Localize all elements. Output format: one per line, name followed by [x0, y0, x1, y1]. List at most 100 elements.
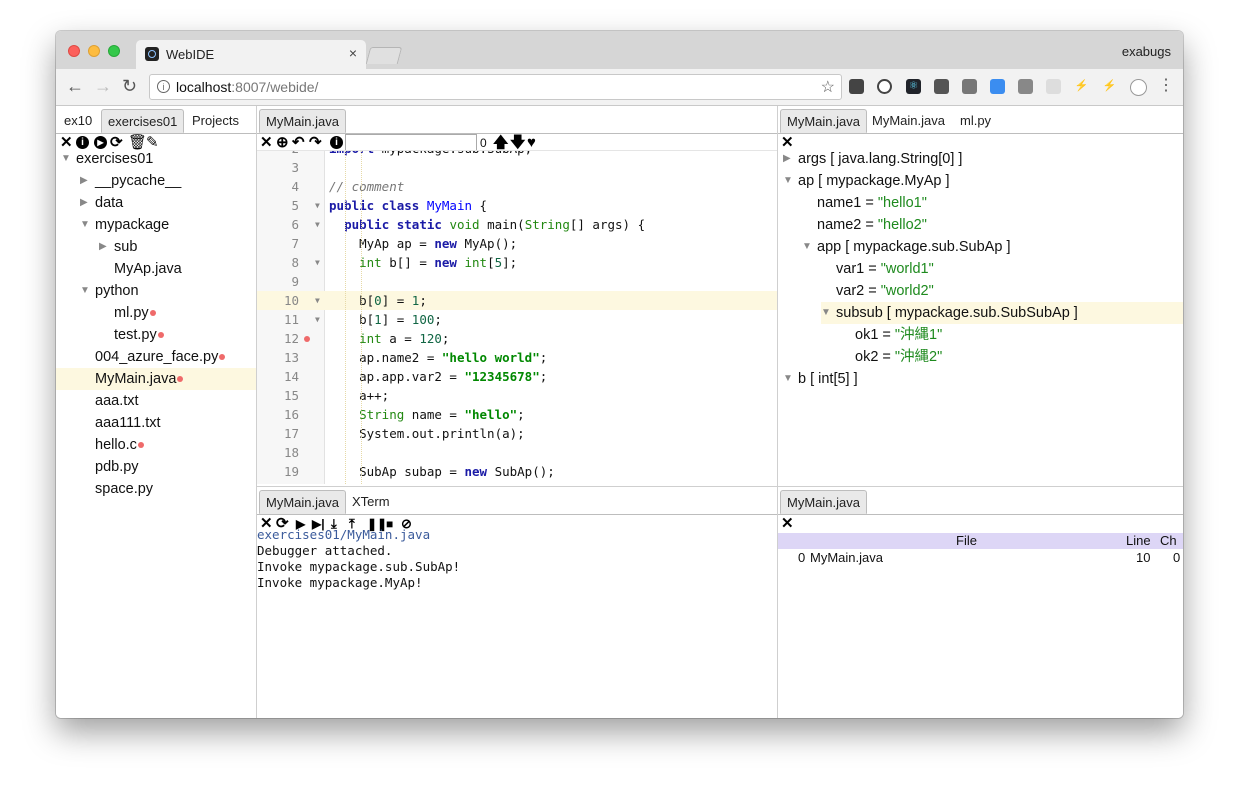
extension-resize-icon[interactable]: [990, 79, 1005, 94]
lightning-active-icon[interactable]: ⚡: [1102, 79, 1117, 94]
line-number[interactable]: 11: [257, 310, 299, 329]
caret-down-icon[interactable]: ▼: [783, 368, 793, 390]
caret-down-icon[interactable]: ▼: [80, 214, 90, 236]
react-devtools-icon[interactable]: ⚛: [906, 79, 921, 94]
caret-down-icon[interactable]: ▼: [783, 170, 793, 192]
code-line[interactable]: 19 SubAp subap = new SubAp();: [257, 462, 777, 481]
tree-item[interactable]: ▶ __pycache__: [56, 170, 256, 192]
browser-tab-close-icon[interactable]: ×: [349, 45, 357, 61]
line-number[interactable]: 3: [257, 158, 299, 177]
code-line[interactable]: 11 ▼ b[1] = 100;: [257, 310, 777, 329]
caret-right-icon[interactable]: ▶: [80, 192, 88, 214]
caret-right-icon[interactable]: ▶: [783, 148, 791, 170]
variable-row[interactable]: name1 = "hello1": [778, 192, 1183, 214]
tab-exercises01[interactable]: exercises01: [101, 109, 185, 133]
tree-item[interactable]: MyAp.java: [56, 258, 256, 280]
tab-vars-mymain-2[interactable]: MyMain.java: [866, 109, 951, 133]
variable-row[interactable]: var1 = "world1": [778, 258, 1183, 280]
tab-ex10[interactable]: ex10: [58, 109, 98, 133]
close-icon[interactable]: ✕: [781, 515, 794, 533]
tab-mymain-java[interactable]: MyMain.java: [259, 109, 346, 133]
extension-puzzle-icon[interactable]: [849, 79, 864, 94]
code-line[interactable]: 4 // comment: [257, 177, 777, 196]
tab-projects[interactable]: Projects: [186, 109, 245, 133]
tree-item[interactable]: aaa.txt: [56, 390, 256, 412]
lightning-icon[interactable]: ⚡: [1074, 79, 1089, 94]
variable-row[interactable]: var2 = "world2": [778, 280, 1183, 302]
extension-box-icon[interactable]: [934, 79, 949, 94]
close-window-button[interactable]: [68, 45, 80, 57]
variable-row[interactable]: ok1 = "沖縄1": [778, 324, 1183, 346]
camera-icon[interactable]: [1018, 79, 1033, 94]
line-number[interactable]: 5: [257, 196, 299, 215]
tree-item[interactable]: ▶ data: [56, 192, 256, 214]
code-line[interactable]: 5 ▼ public class MyMain {: [257, 196, 777, 215]
variable-row[interactable]: ▼ b [ int[5] ]: [778, 368, 1183, 390]
variable-row[interactable]: ▼ app [ mypackage.sub.SubAp ]: [778, 236, 1183, 258]
code-line[interactable]: 14 ap.app.var2 = "12345678";: [257, 367, 777, 386]
address-bar[interactable]: i localhost:8007/webide/ ☆: [149, 74, 842, 100]
tab-vars-ml-py[interactable]: ml.py: [954, 109, 997, 133]
variable-row[interactable]: ▶ args [ java.lang.String[0] ]: [778, 148, 1183, 170]
tab-breakpoints-mymain[interactable]: MyMain.java: [780, 490, 867, 514]
code-line[interactable]: 13 ap.name2 = "hello world";: [257, 348, 777, 367]
fold-toggle-icon[interactable]: ▼: [315, 291, 320, 310]
code-line[interactable]: 18: [257, 443, 777, 462]
tree-item[interactable]: ▼ python: [56, 280, 256, 302]
extension-chat-icon[interactable]: [1046, 79, 1061, 94]
info-icon[interactable]: i: [330, 136, 343, 149]
fold-toggle-icon[interactable]: ▼: [315, 215, 320, 234]
fold-toggle-icon[interactable]: ▼: [315, 310, 320, 329]
caret-down-icon[interactable]: ▼: [821, 302, 831, 324]
line-number[interactable]: 6: [257, 215, 299, 234]
tree-item[interactable]: aaa111.txt: [56, 412, 256, 434]
tree-item[interactable]: pdb.py: [56, 456, 256, 478]
code-line[interactable]: 2 import mypackage.sub.SubAp;: [257, 151, 777, 158]
variable-row[interactable]: ▼ subsub [ mypackage.sub.SubSubAp ]: [821, 302, 1183, 324]
code-line[interactable]: 10 ▼ b[0] = 1;: [257, 291, 777, 310]
extension-sync-icon[interactable]: [877, 79, 892, 94]
back-button[interactable]: ←: [66, 76, 84, 96]
line-number[interactable]: 4: [257, 177, 299, 196]
breakpoint-row[interactable]: 0 MyMain.java 10 0: [778, 550, 1183, 566]
tab-vars-mymain[interactable]: MyMain.java: [780, 109, 867, 133]
line-number[interactable]: 7: [257, 234, 299, 253]
caret-down-icon[interactable]: ▼: [80, 280, 90, 302]
line-number[interactable]: 13: [257, 348, 299, 367]
line-number[interactable]: 16: [257, 405, 299, 424]
variable-row[interactable]: name2 = "hello2": [778, 214, 1183, 236]
site-info-icon[interactable]: i: [157, 80, 170, 93]
code-line[interactable]: 15 a++;: [257, 386, 777, 405]
fold-toggle-icon[interactable]: ▼: [315, 253, 320, 272]
line-number[interactable]: 15: [257, 386, 299, 405]
tree-item[interactable]: 004_azure_face.py: [56, 346, 256, 368]
browser-menu-icon[interactable]: ⋮: [1158, 76, 1174, 96]
code-line[interactable]: 3: [257, 158, 777, 177]
breakpoint-dot-icon[interactable]: [304, 336, 310, 342]
new-tab-button[interactable]: [365, 47, 403, 64]
code-line[interactable]: 12 int a = 120;: [257, 329, 777, 348]
tree-item[interactable]: ▼ mypackage: [56, 214, 256, 236]
tree-item[interactable]: space.py: [56, 478, 256, 500]
code-line[interactable]: 16 String name = "hello";: [257, 405, 777, 424]
caret-right-icon[interactable]: ▶: [99, 236, 107, 258]
variable-row[interactable]: ok2 = "沖縄2": [778, 346, 1183, 368]
tree-item[interactable]: ▶ sub: [56, 236, 256, 258]
tree-item[interactable]: MyMain.java: [56, 368, 256, 390]
code-line[interactable]: 17 System.out.println(a);: [257, 424, 777, 443]
code-editor[interactable]: 2 import mypackage.sub.SubAp; 34 // comment…: [257, 151, 777, 484]
extension-box2-icon[interactable]: [962, 79, 977, 94]
tree-item[interactable]: test.py: [56, 324, 256, 346]
browser-tab[interactable]: WebIDE ×: [136, 40, 366, 69]
reload-button[interactable]: ↻: [122, 76, 137, 96]
forward-button[interactable]: →: [94, 76, 112, 96]
tree-item[interactable]: ▼ exercises01: [56, 148, 256, 170]
caret-right-icon[interactable]: ▶: [80, 170, 88, 192]
line-number[interactable]: 9: [257, 272, 299, 291]
line-number[interactable]: 17: [257, 424, 299, 443]
minimize-window-button[interactable]: [88, 45, 100, 57]
code-line[interactable]: 7 MyAp ap = new MyAp();: [257, 234, 777, 253]
code-line[interactable]: 6 ▼ public static void main(String[] args…: [257, 215, 777, 234]
line-number[interactable]: 19: [257, 462, 299, 481]
tree-item[interactable]: hello.c: [56, 434, 256, 456]
